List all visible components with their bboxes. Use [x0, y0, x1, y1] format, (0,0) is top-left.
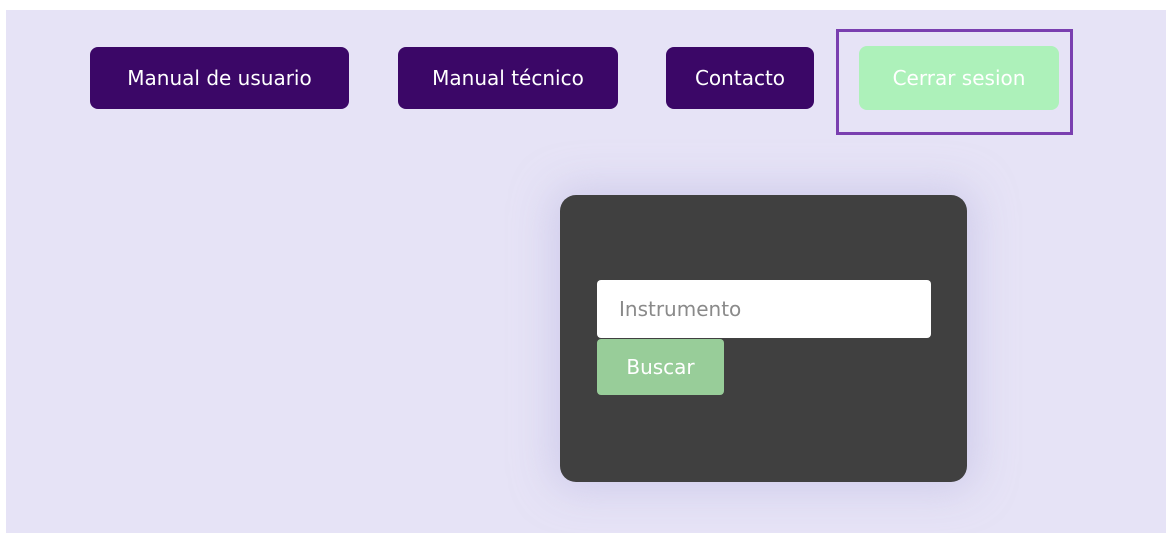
instrumento-search-input[interactable] — [597, 280, 931, 338]
page-background: Manual de usuario Manual técnico Contact… — [6, 10, 1166, 533]
buscar-button[interactable]: Buscar — [597, 339, 724, 395]
manual-tecnico-button[interactable]: Manual técnico — [398, 47, 618, 109]
search-card: Buscar — [560, 195, 967, 482]
manual-de-usuario-button[interactable]: Manual de usuario — [90, 47, 349, 109]
cerrar-sesion-button[interactable]: Cerrar sesion — [859, 46, 1059, 110]
contacto-button[interactable]: Contacto — [666, 47, 814, 109]
